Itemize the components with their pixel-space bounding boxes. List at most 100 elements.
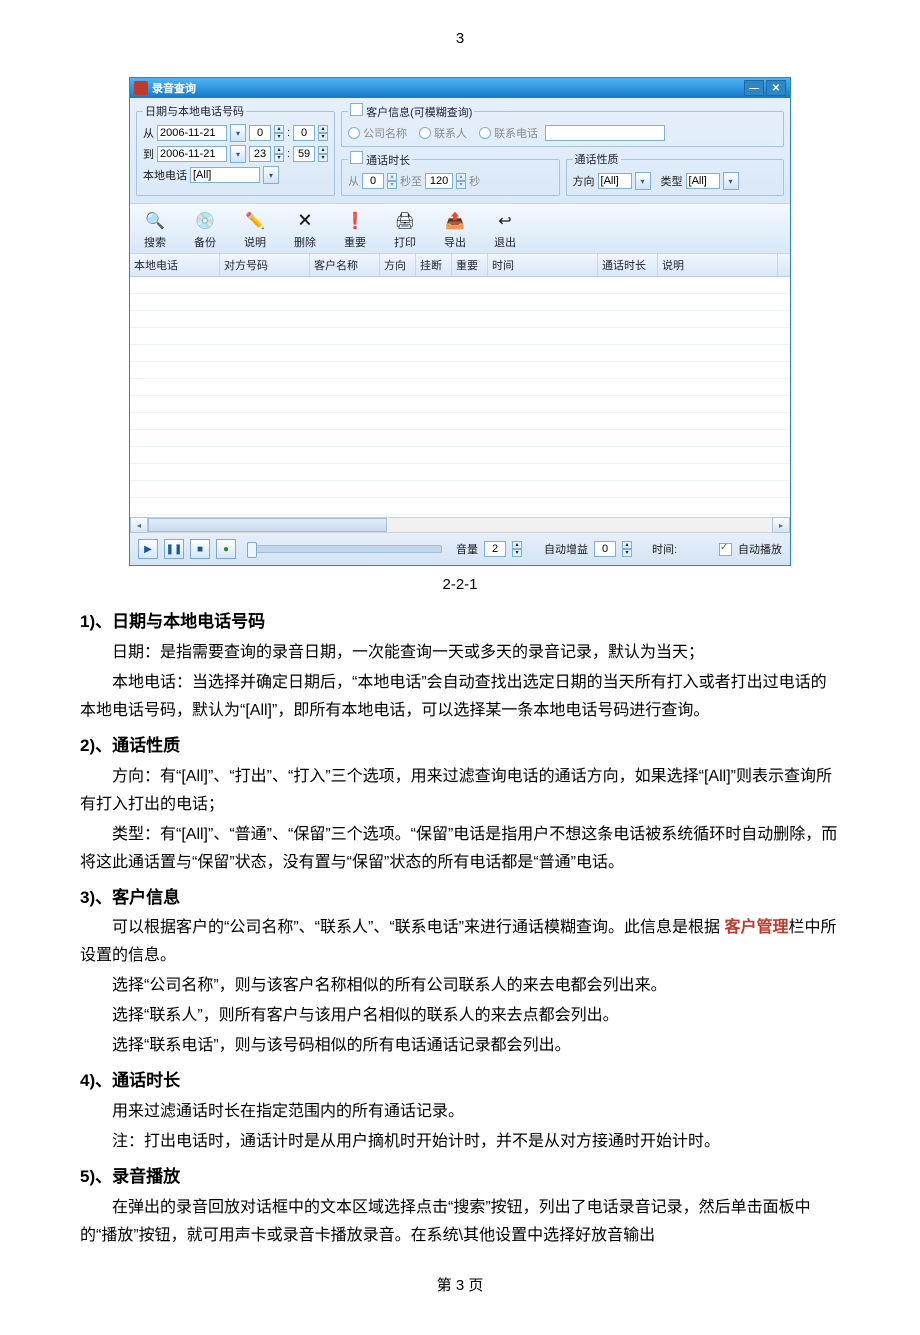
type-label: 类型 [661, 173, 683, 189]
radio-contact[interactable] [419, 127, 431, 139]
dur-from-spin[interactable]: ▴▾ [387, 173, 397, 189]
table-row[interactable] [130, 345, 790, 362]
seek-slider[interactable] [250, 545, 442, 553]
scroll-right-button[interactable]: ▸ [772, 517, 790, 533]
exit-btn-label: 退出 [494, 234, 516, 250]
section-3-heading: 3)、客户信息 [80, 883, 840, 913]
local-phone-select[interactable] [190, 167, 260, 183]
duration-checkbox[interactable] [350, 151, 363, 164]
customer-query-input[interactable] [545, 125, 665, 141]
table-row[interactable] [130, 413, 790, 430]
dur-sec-label: 秒 [469, 173, 480, 189]
minimize-button[interactable]: — [744, 80, 764, 96]
grid-body[interactable] [130, 277, 790, 517]
print-btn[interactable]: 🖨打印 [384, 208, 426, 253]
play-button[interactable]: ▶ [138, 539, 158, 559]
section-3-p4: 选择“联系电话”，则与该号码相似的所有电话通话记录都会列出。 [80, 1032, 840, 1060]
group-date-local: 日期与本地电话号码 从 ▾ ▴▾ : ▴▾ 到 ▾ ▴▾ [136, 103, 335, 196]
app-title: 录音查询 [152, 80, 196, 96]
group-duration-title: 通话时长 [366, 155, 410, 167]
table-row[interactable] [130, 379, 790, 396]
scroll-track[interactable] [148, 517, 772, 533]
important-btn-icon: ❗ [344, 210, 366, 232]
direction-drop-icon[interactable]: ▾ [635, 172, 651, 190]
export-btn[interactable]: 📤导出 [434, 208, 476, 253]
date-from-drop-icon[interactable]: ▾ [230, 124, 246, 142]
from-hour-input[interactable] [249, 125, 271, 141]
delete-btn[interactable]: 🗙删除 [284, 208, 326, 253]
customer-info-checkbox[interactable] [350, 103, 363, 116]
radio-contact-label: 联系人 [434, 125, 467, 141]
volume-input[interactable] [484, 541, 506, 557]
backup-btn[interactable]: 💿 备份 [184, 208, 226, 253]
table-row[interactable] [130, 447, 790, 464]
date-to-input[interactable] [157, 146, 227, 162]
radio-phone[interactable] [479, 127, 491, 139]
to-min-spin[interactable]: ▴▾ [318, 146, 328, 162]
date-from-input[interactable] [157, 125, 227, 141]
backup-btn-icon: 💿 [194, 210, 216, 232]
backup-btn-label: 备份 [194, 234, 216, 250]
customer-mgmt-red: 客户管理 [724, 919, 788, 936]
app-titlebar: 录音查询 — ✕ [130, 78, 790, 98]
column-header[interactable]: 时间 [488, 254, 598, 276]
to-hour-input[interactable] [249, 146, 271, 162]
table-row[interactable] [130, 481, 790, 498]
record-button[interactable]: ● [216, 539, 236, 559]
horizontal-scrollbar[interactable]: ◂ ▸ [130, 517, 790, 533]
figure-label: 2-2-1 [0, 576, 920, 593]
autoplay-checkbox[interactable] [719, 543, 732, 556]
to-hour-spin[interactable]: ▴▾ [274, 146, 284, 162]
column-header[interactable]: 本地电话 [130, 254, 220, 276]
section-3-p2: 选择“公司名称”，则与该客户名称相似的所有公司联系人的来去电都会列出来。 [80, 972, 840, 1000]
note-btn[interactable]: ✏️说明 [234, 208, 276, 253]
direction-select[interactable] [598, 173, 632, 189]
table-row[interactable] [130, 277, 790, 294]
dur-to-input[interactable] [425, 173, 453, 189]
column-header[interactable]: 重要 [452, 254, 488, 276]
pause-button[interactable]: ❚❚ [164, 539, 184, 559]
seek-handle[interactable] [247, 542, 257, 558]
exit-btn-icon: ↩ [494, 210, 516, 232]
column-header[interactable]: 方向 [380, 254, 416, 276]
important-btn[interactable]: ❗重要 [334, 208, 376, 253]
section-1-p1: 日期：是指需要查询的录音日期，一次能查询一天或多天的录音记录，默认为当天； [80, 639, 840, 667]
column-header[interactable]: 对方号码 [220, 254, 310, 276]
scroll-thumb[interactable] [148, 518, 387, 532]
table-row[interactable] [130, 498, 790, 515]
table-row[interactable] [130, 464, 790, 481]
column-header[interactable]: 客户名称 [310, 254, 380, 276]
column-header[interactable]: 挂断 [416, 254, 452, 276]
radio-company[interactable] [348, 127, 360, 139]
stop-button[interactable]: ■ [190, 539, 210, 559]
volume-spin[interactable]: ▴▾ [512, 541, 522, 557]
table-row[interactable] [130, 396, 790, 413]
column-header[interactable]: 通话时长 [598, 254, 658, 276]
type-select[interactable] [686, 173, 720, 189]
close-button[interactable]: ✕ [766, 80, 786, 96]
date-to-drop-icon[interactable]: ▾ [230, 145, 246, 163]
dur-to-spin[interactable]: ▴▾ [456, 173, 466, 189]
search-btn[interactable]: 🔍搜索 [134, 208, 176, 253]
auto-gain-spin[interactable]: ▴▾ [622, 541, 632, 557]
to-min-input[interactable] [293, 146, 315, 162]
table-row[interactable] [130, 362, 790, 379]
local-phone-drop-icon[interactable]: ▾ [263, 166, 279, 184]
playback-bar: ▶ ❚❚ ■ ● 音量 ▴▾ 自动增益 ▴▾ 时间: 自动播放 [130, 533, 790, 565]
scroll-left-button[interactable]: ◂ [130, 517, 148, 533]
column-header[interactable]: 说明 [658, 254, 778, 276]
table-row[interactable] [130, 294, 790, 311]
time-label: 时间: [652, 541, 677, 557]
auto-gain-input[interactable] [594, 541, 616, 557]
table-row[interactable] [130, 311, 790, 328]
table-row[interactable] [130, 430, 790, 447]
exit-btn[interactable]: ↩ 退出 [484, 208, 526, 253]
dur-from-input[interactable] [362, 173, 384, 189]
from-min-input[interactable] [293, 125, 315, 141]
from-hour-spin[interactable]: ▴▾ [274, 125, 284, 141]
from-min-spin[interactable]: ▴▾ [318, 125, 328, 141]
table-row[interactable] [130, 328, 790, 345]
toolbar: 🔍搜索 💿 备份 ✏️说明🗙删除❗重要🖨打印📤导出 ↩ 退出 [130, 203, 790, 254]
type-drop-icon[interactable]: ▾ [723, 172, 739, 190]
local-phone-label: 本地电话 [143, 167, 187, 183]
